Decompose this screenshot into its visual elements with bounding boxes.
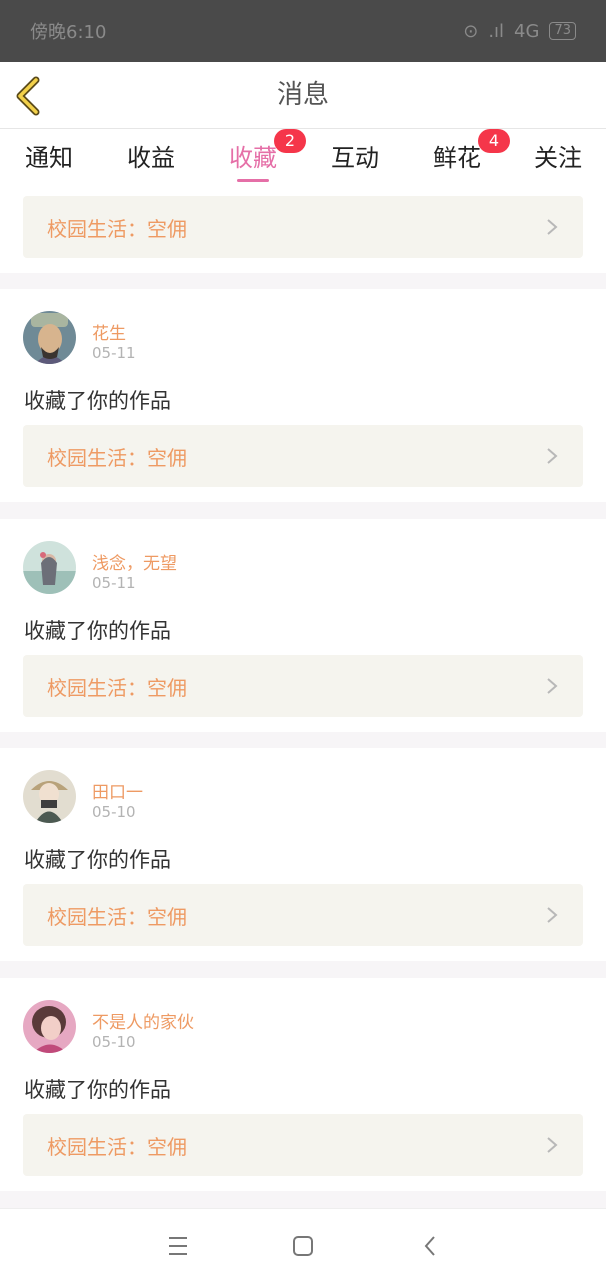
tab-flowers[interactable]: 鲜花 4 — [432, 129, 510, 182]
username[interactable]: 田口一 — [92, 778, 143, 803]
chevron-right-icon — [547, 448, 558, 464]
unread-badge: 4 — [478, 129, 510, 153]
status-icons: ⊙ .ıl 4G 73 — [463, 21, 576, 42]
timestamp: 05-11 — [92, 344, 136, 362]
status-time: 傍晚6:10 — [30, 22, 107, 43]
avatar-image — [23, 541, 76, 594]
username[interactable]: 不是人的家伙 — [92, 1008, 194, 1033]
menu-icon — [169, 1237, 187, 1255]
avatar[interactable] — [23, 770, 76, 823]
title-bar: 消息 — [0, 62, 606, 129]
avatar[interactable] — [23, 541, 76, 594]
tab-notifications[interactable]: 通知 — [24, 138, 74, 182]
username[interactable]: 浅念，无望 — [92, 549, 177, 574]
tab-label: 收益 — [127, 144, 175, 172]
menu-button[interactable] — [161, 1229, 195, 1263]
avatar[interactable] — [23, 1000, 76, 1053]
list-item: 校园生活：空佣 — [0, 182, 606, 273]
chevron-right-icon — [547, 219, 558, 235]
square-home-icon — [293, 1236, 313, 1256]
message-list: 校园生活：空佣 花生 05-11 收藏了你的作品 校园生活：空佣 浅念，无望 0… — [0, 182, 606, 1208]
action-text: 收藏了你的作品 — [24, 619, 171, 643]
tab-favorites[interactable]: 收藏 2 — [228, 129, 306, 182]
tab-interactions[interactable]: 互动 — [330, 138, 380, 182]
signal-icon: .ıl — [488, 20, 505, 42]
avatar-image — [23, 1000, 76, 1053]
work-link[interactable]: 校园生活：空佣 — [23, 1114, 583, 1176]
home-button[interactable] — [286, 1229, 320, 1263]
timestamp: 05-10 — [92, 803, 136, 821]
chevron-right-icon — [547, 678, 558, 694]
work-link[interactable]: 校园生活：空佣 — [23, 425, 583, 487]
unread-badge: 2 — [274, 129, 306, 153]
tab-label: 收藏 — [229, 144, 277, 172]
work-title: 校园生活：空佣 — [47, 1134, 187, 1159]
system-nav-bar — [0, 1208, 606, 1280]
list-item: 田口一 05-10 收藏了你的作品 校园生活：空佣 — [0, 748, 606, 961]
tab-following[interactable]: 关注 — [533, 138, 583, 182]
work-link[interactable]: 校园生活：空佣 — [23, 196, 583, 258]
timestamp: 05-10 — [92, 1033, 136, 1051]
tab-label: 互动 — [331, 144, 379, 172]
timestamp: 05-11 — [92, 574, 136, 592]
work-link[interactable]: 校园生活：空佣 — [23, 655, 583, 717]
action-text: 收藏了你的作品 — [24, 848, 171, 872]
back-chevron-icon — [424, 1236, 435, 1256]
chevron-right-icon — [547, 907, 558, 923]
avatar[interactable] — [23, 311, 76, 364]
network-type: 4G — [514, 20, 540, 42]
system-back-button[interactable] — [414, 1229, 448, 1263]
page-title: 消息 — [276, 80, 329, 110]
battery-level: 73 — [549, 22, 576, 40]
work-title: 校园生活：空佣 — [47, 904, 187, 929]
avatar-image — [23, 311, 76, 364]
alarm-icon: ⊙ — [463, 20, 479, 42]
action-text: 收藏了你的作品 — [24, 1078, 171, 1102]
username[interactable]: 花生 — [92, 319, 126, 344]
list-item: 浅念，无望 05-11 收藏了你的作品 校园生活：空佣 — [0, 519, 606, 732]
work-title: 校园生活：空佣 — [47, 216, 187, 241]
work-title: 校园生活：空佣 — [47, 675, 187, 700]
tab-label: 关注 — [534, 144, 582, 172]
tab-earnings[interactable]: 收益 — [126, 138, 176, 182]
chevron-right-icon — [547, 1137, 558, 1153]
work-link[interactable]: 校园生活：空佣 — [23, 884, 583, 946]
tab-label: 通知 — [25, 144, 73, 172]
list-item: 花生 05-11 收藏了你的作品 校园生活：空佣 — [0, 289, 606, 502]
work-title: 校园生活：空佣 — [47, 445, 187, 470]
list-item: 不是人的家伙 05-10 收藏了你的作品 校园生活：空佣 — [0, 978, 606, 1191]
status-bar: 傍晚6:10 ⊙ .ıl 4G 73 — [0, 0, 606, 62]
action-text: 收藏了你的作品 — [24, 389, 171, 413]
tab-label: 鲜花 — [433, 144, 481, 172]
tab-bar: 通知 收益 收藏 2 互动 鲜花 4 关注 — [0, 129, 606, 182]
avatar-image — [23, 770, 76, 823]
